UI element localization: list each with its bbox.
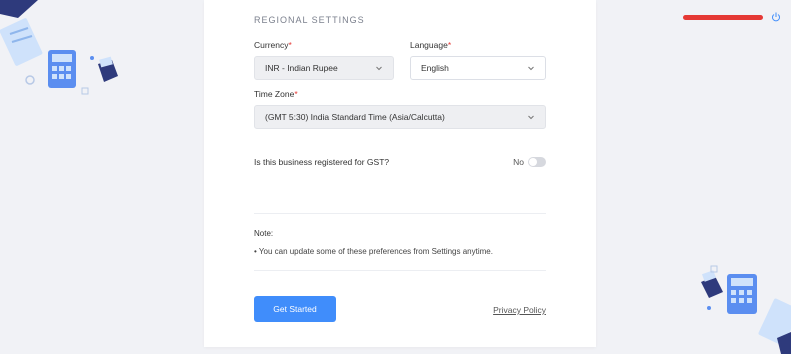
finance-illustration-right <box>701 265 791 354</box>
currency-label: Currency* <box>254 40 292 50</box>
gst-toggle-label: No <box>513 157 524 167</box>
privacy-policy-link[interactable]: Privacy Policy <box>493 305 546 315</box>
divider <box>254 270 546 271</box>
power-icon[interactable] <box>771 12 781 22</box>
chevron-down-icon <box>376 66 382 71</box>
gst-toggle-wrap: No <box>513 157 546 167</box>
required-mark: * <box>288 40 292 50</box>
language-value: English <box>421 63 449 73</box>
timezone-value: (GMT 5:30) India Standard Time (Asia/Cal… <box>265 112 445 122</box>
currency-value: INR - Indian Rupee <box>265 63 338 73</box>
note-item: You can update some of these preferences… <box>254 247 493 256</box>
language-label: Language* <box>410 40 452 50</box>
divider <box>254 213 546 214</box>
note-title: Note: <box>254 229 274 238</box>
gst-toggle[interactable] <box>528 157 546 167</box>
currency-select[interactable]: INR - Indian Rupee <box>254 56 394 80</box>
chevron-down-icon <box>528 66 534 71</box>
timezone-label: Time Zone* <box>254 89 298 99</box>
get-started-button[interactable]: Get Started <box>254 296 336 322</box>
regional-settings-card: REGIONAL SETTINGS Currency* INR - Indian… <box>204 0 596 347</box>
gst-row: Is this business registered for GST? No <box>254 157 546 167</box>
section-title: REGIONAL SETTINGS <box>254 15 365 25</box>
gst-question: Is this business registered for GST? <box>254 157 390 167</box>
chevron-down-icon <box>528 115 534 120</box>
user-area <box>683 12 781 22</box>
required-mark: * <box>294 89 298 99</box>
timezone-select[interactable]: (GMT 5:30) India Standard Time (Asia/Cal… <box>254 105 546 129</box>
user-name-redacted <box>683 14 763 20</box>
language-select[interactable]: English <box>410 56 546 80</box>
finance-illustration-left <box>0 0 118 95</box>
required-mark: * <box>447 40 452 50</box>
